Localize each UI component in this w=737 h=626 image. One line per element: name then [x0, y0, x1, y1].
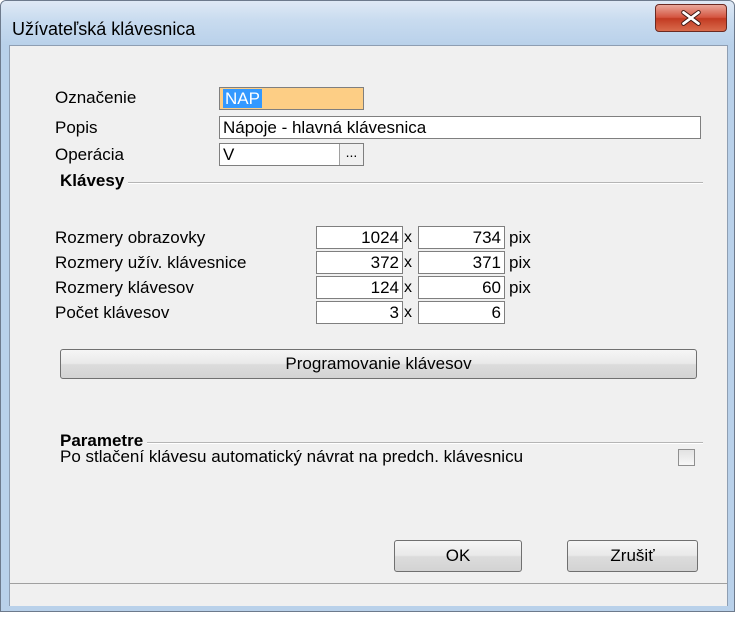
status-bar: [10, 583, 727, 606]
window-title: Užívateľská klávesnica: [12, 19, 196, 39]
times-sign: x: [404, 304, 412, 321]
times-sign: x: [404, 229, 412, 246]
pocet-klavesov-columns[interactable]: 3: [316, 301, 403, 324]
oznacenie-input[interactable]: NAP: [219, 87, 364, 110]
operacia-value: V: [223, 145, 235, 164]
unit-label: pix: [509, 253, 531, 272]
times-sign: x: [404, 254, 412, 271]
pocet-klavesov-label: Počet klávesov: [55, 303, 170, 322]
title-bar[interactable]: Užívateľská klávesnica: [1, 1, 734, 45]
klavesy-separator: [60, 182, 703, 184]
dialog-client-area: Označenie NAP Popis Nápoje - hlavná kláv…: [9, 45, 728, 606]
rozmery-obrazovky-width[interactable]: 1024: [316, 226, 403, 249]
ok-button[interactable]: OK: [394, 540, 522, 572]
unit-label: pix: [509, 228, 531, 247]
rozmery-klavesov-width[interactable]: 124: [316, 276, 403, 299]
oznacenie-label: Označenie: [55, 88, 137, 107]
operacia-input[interactable]: V ...: [219, 143, 364, 166]
auto-return-label: Po stlačení klávesu automatický návrat n…: [60, 447, 524, 466]
rozmery-klavesnice-width[interactable]: 372: [316, 251, 403, 274]
operacia-label: Operácia: [55, 145, 124, 164]
operacia-browse-button[interactable]: ...: [339, 144, 363, 165]
rozmery-klavesnice-label: Rozmery užív. klávesnice: [55, 253, 247, 272]
pocet-klavesov-rows[interactable]: 6: [418, 301, 505, 324]
cancel-button[interactable]: Zrušiť: [567, 540, 698, 572]
rozmery-obrazovky-label: Rozmery obrazovky: [55, 228, 206, 247]
popis-label: Popis: [55, 118, 98, 137]
times-sign: x: [404, 279, 412, 296]
rozmery-obrazovky-height[interactable]: 734: [418, 226, 505, 249]
close-icon: [681, 10, 701, 26]
dialog-window: Užívateľská klávesnica Označenie NAP Pop…: [0, 0, 735, 612]
parametre-separator: [60, 442, 703, 444]
programovanie-klavesov-button[interactable]: Programovanie klávesov: [60, 349, 697, 379]
popis-value: Nápoje - hlavná klávesnica: [223, 118, 427, 137]
close-button[interactable]: [655, 4, 727, 32]
auto-return-checkbox[interactable]: [678, 449, 695, 466]
popis-input[interactable]: Nápoje - hlavná klávesnica: [219, 116, 701, 139]
rozmery-klavesov-height[interactable]: 60: [418, 276, 505, 299]
rozmery-klavesnice-height[interactable]: 371: [418, 251, 505, 274]
unit-label: pix: [509, 278, 531, 297]
rozmery-klavesov-label: Rozmery klávesov: [55, 278, 194, 297]
oznacenie-value: NAP: [223, 89, 262, 108]
klavesy-group-title: Klávesy: [60, 171, 129, 191]
